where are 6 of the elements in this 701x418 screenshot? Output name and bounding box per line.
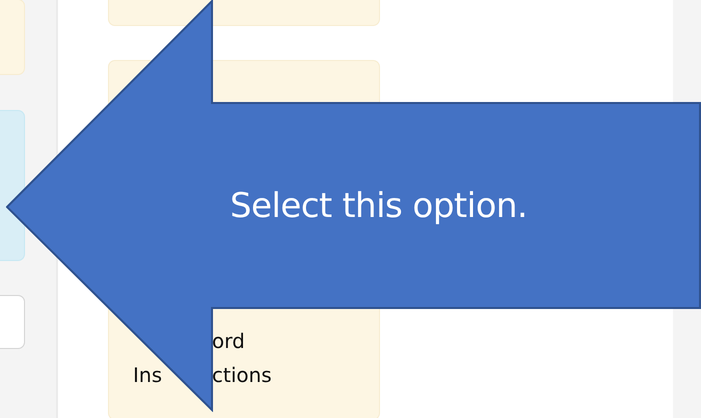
card-text: Ins — [133, 363, 162, 387]
callout-text: Select this option. — [230, 186, 528, 226]
card-text: ctions — [212, 362, 272, 389]
card-text: ord — [212, 328, 245, 355]
sidebar-card[interactable] — [0, 110, 25, 261]
card-background[interactable] — [108, 0, 380, 26]
